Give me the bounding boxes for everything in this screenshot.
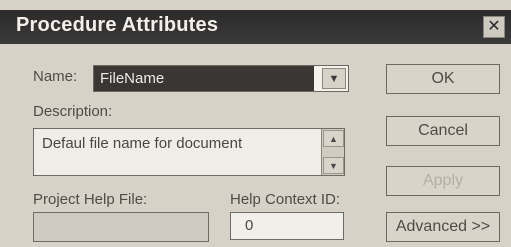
description-scrollbar[interactable]: ▲ ▼ [321, 129, 344, 175]
cancel-button[interactable]: Cancel [386, 116, 500, 146]
close-button[interactable]: ✕ [483, 16, 505, 38]
help-context-id-label: Help Context ID: [230, 191, 341, 208]
advanced-button[interactable]: Advanced >> [386, 212, 500, 242]
name-value[interactable]: FileName [94, 66, 314, 91]
description-label: Description: [33, 103, 113, 120]
description-field[interactable]: Defaul file name for document ▲ ▼ [33, 128, 345, 176]
description-value[interactable]: Defaul file name for document [42, 135, 242, 152]
project-help-file-field[interactable] [33, 212, 209, 242]
scroll-down-icon[interactable]: ▼ [323, 157, 344, 174]
window-title: Procedure Attributes [16, 14, 219, 36]
close-icon: ✕ [487, 18, 501, 35]
chevron-down-icon[interactable]: ▼ [322, 68, 346, 89]
ok-button[interactable]: OK [386, 64, 500, 94]
name-label: Name: [33, 68, 78, 85]
procedure-attributes-dialog: Procedure Attributes ✕ Name: FileName ▼ … [0, 0, 511, 247]
name-combobox[interactable]: FileName ▼ [93, 65, 349, 92]
apply-button[interactable]: Apply [386, 166, 500, 196]
project-help-file-label: Project Help File: [33, 191, 148, 208]
scroll-up-icon[interactable]: ▲ [323, 130, 344, 147]
title-bar: Procedure Attributes ✕ [0, 10, 511, 44]
help-context-id-input[interactable]: 0 [230, 212, 344, 240]
